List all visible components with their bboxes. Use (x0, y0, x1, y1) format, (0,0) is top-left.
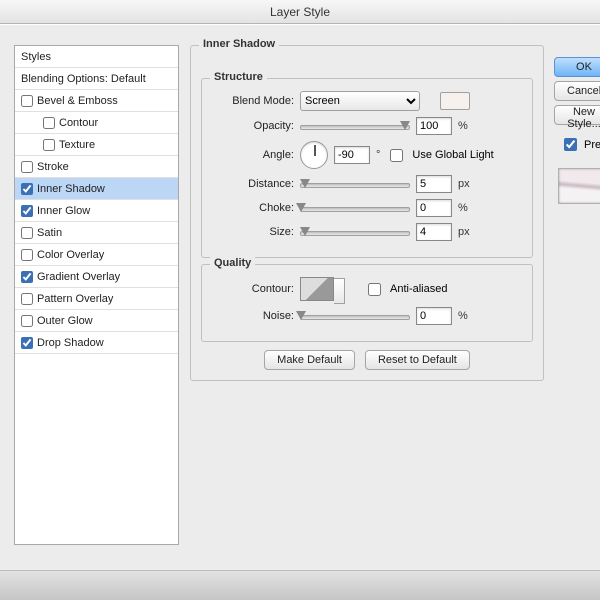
style-item-label: Drop Shadow (37, 332, 104, 354)
blend-mode-select[interactable]: Screen (300, 91, 420, 111)
style-item-label: Pattern Overlay (37, 288, 113, 310)
ok-button[interactable]: OK (554, 57, 600, 77)
style-item-checkbox[interactable] (21, 293, 33, 305)
right-button-panel: OK Cancel New Style... Preview (554, 57, 600, 204)
contour-label: Contour: (212, 283, 294, 295)
style-item-stroke[interactable]: Stroke (15, 156, 178, 178)
choke-input[interactable] (416, 199, 452, 217)
quality-legend: Quality (210, 257, 255, 269)
angle-unit: ° (376, 149, 380, 161)
distance-label: Distance: (212, 178, 294, 190)
style-item-label: Stroke (37, 156, 69, 178)
style-item-label: Inner Glow (37, 200, 90, 222)
style-item-checkbox[interactable] (21, 205, 33, 217)
style-item-checkbox[interactable] (21, 227, 33, 239)
distance-unit: px (458, 178, 470, 190)
angle-input[interactable] (334, 146, 370, 164)
style-item-texture[interactable]: Texture (15, 134, 178, 156)
styles-header[interactable]: Styles (15, 46, 178, 68)
blending-options-header[interactable]: Blending Options: Default (15, 68, 178, 90)
style-item-label: Color Overlay (37, 244, 104, 266)
opacity-label: Opacity: (212, 120, 294, 132)
style-item-contour[interactable]: Contour (15, 112, 178, 134)
new-style-button[interactable]: New Style... (554, 105, 600, 125)
preview-checkbox[interactable] (564, 138, 577, 151)
style-item-outer-glow[interactable]: Outer Glow (15, 310, 178, 332)
opacity-input[interactable] (416, 117, 452, 135)
angle-label: Angle: (212, 149, 294, 161)
angle-dial[interactable] (300, 141, 328, 169)
structure-legend: Structure (210, 71, 267, 83)
noise-label: Noise: (212, 310, 294, 322)
preview-thumbnail (558, 168, 600, 204)
anti-aliased-checkbox[interactable] (368, 283, 381, 296)
contour-picker[interactable] (300, 277, 334, 301)
inner-shadow-legend: Inner Shadow (199, 38, 279, 50)
style-item-checkbox[interactable] (21, 271, 33, 283)
style-item-pattern-overlay[interactable]: Pattern Overlay (15, 288, 178, 310)
styles-panel: Styles Blending Options: Default Bevel &… (14, 45, 179, 545)
style-item-inner-shadow[interactable]: Inner Shadow (15, 178, 178, 200)
style-item-checkbox[interactable] (21, 183, 33, 195)
style-item-checkbox[interactable] (21, 95, 33, 107)
style-item-satin[interactable]: Satin (15, 222, 178, 244)
style-item-checkbox[interactable] (21, 161, 33, 173)
style-item-checkbox[interactable] (43, 117, 55, 129)
style-item-label: Contour (59, 112, 98, 134)
size-unit: px (458, 226, 470, 238)
window-body: Styles Blending Options: Default Bevel &… (0, 24, 600, 600)
distance-input[interactable] (416, 175, 452, 193)
size-label: Size: (212, 226, 294, 238)
choke-slider[interactable] (300, 201, 410, 215)
opacity-unit: % (458, 120, 468, 132)
use-global-light-checkbox[interactable] (390, 149, 403, 162)
quality-group: Quality Contour: Anti-aliased Noise: % (201, 264, 533, 342)
blend-mode-label: Blend Mode: (212, 95, 294, 107)
shadow-color-swatch[interactable] (440, 92, 470, 110)
distance-slider[interactable] (300, 177, 410, 191)
style-item-checkbox[interactable] (21, 249, 33, 261)
style-item-label: Bevel & Emboss (37, 90, 118, 112)
main-panel: Inner Shadow Structure Blend Mode: Scree… (190, 45, 544, 387)
window-title: Layer Style (0, 0, 600, 24)
structure-group: Structure Blend Mode: Screen Opacity: % (201, 78, 533, 258)
style-item-label: Inner Shadow (37, 178, 105, 200)
style-item-inner-glow[interactable]: Inner Glow (15, 200, 178, 222)
choke-unit: % (458, 202, 468, 214)
style-item-bevel-emboss[interactable]: Bevel & Emboss (15, 90, 178, 112)
bottom-shadow (0, 570, 600, 600)
reset-default-button[interactable]: Reset to Default (365, 350, 470, 370)
inner-shadow-group: Inner Shadow Structure Blend Mode: Scree… (190, 45, 544, 381)
size-slider[interactable] (300, 225, 410, 239)
style-item-checkbox[interactable] (21, 337, 33, 349)
style-item-label: Outer Glow (37, 310, 93, 332)
style-item-label: Texture (59, 134, 95, 156)
noise-unit: % (458, 310, 468, 322)
cancel-button[interactable]: Cancel (554, 81, 600, 101)
style-item-checkbox[interactable] (43, 139, 55, 151)
use-global-light-label: Use Global Light (412, 149, 493, 161)
style-item-color-overlay[interactable]: Color Overlay (15, 244, 178, 266)
preview-label: Preview (584, 139, 600, 151)
style-item-label: Satin (37, 222, 62, 244)
opacity-slider[interactable] (300, 119, 410, 133)
style-item-label: Gradient Overlay (37, 266, 120, 288)
style-item-gradient-overlay[interactable]: Gradient Overlay (15, 266, 178, 288)
size-input[interactable] (416, 223, 452, 241)
style-item-checkbox[interactable] (21, 315, 33, 327)
choke-label: Choke: (212, 202, 294, 214)
style-item-drop-shadow[interactable]: Drop Shadow (15, 332, 178, 354)
noise-input[interactable] (416, 307, 452, 325)
noise-slider[interactable] (300, 309, 410, 323)
make-default-button[interactable]: Make Default (264, 350, 355, 370)
anti-aliased-label: Anti-aliased (390, 283, 447, 295)
